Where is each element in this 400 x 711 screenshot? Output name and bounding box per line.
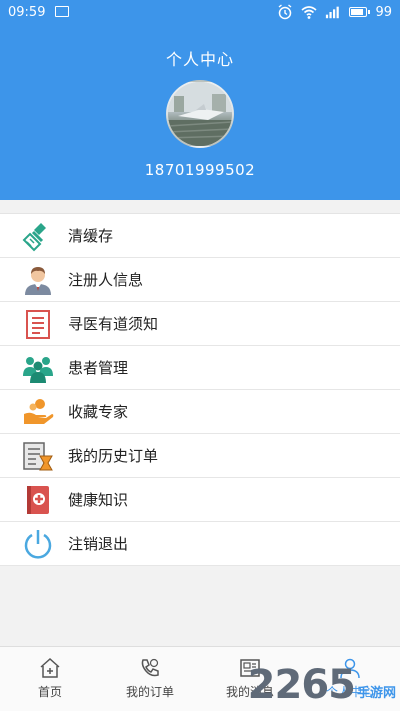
- phone-order-icon: [141, 658, 159, 677]
- tab-profile[interactable]: 个人中心: [300, 647, 400, 711]
- menu-item-order-history[interactable]: 我的历史订单: [0, 434, 400, 478]
- menu-item-label: 收藏专家: [68, 403, 129, 421]
- hand-coin-icon: [22, 396, 54, 428]
- status-right-group: 99: [277, 4, 392, 20]
- menu-item-logout[interactable]: 注销退出: [0, 522, 400, 566]
- avatar[interactable]: [166, 80, 234, 148]
- menu-item-label: 清缓存: [68, 227, 114, 245]
- menu-list: 清缓存 注册人信息 寻医有道须知 患者管理 收藏专家 我的历史订单 健康知识 注…: [0, 213, 400, 566]
- menu-item-label: 注销退出: [68, 535, 129, 553]
- user-profile-icon: [22, 264, 54, 296]
- menu-item-label: 患者管理: [68, 359, 129, 377]
- menu-item-registrant-info[interactable]: 注册人信息: [0, 258, 400, 302]
- battery-text: 99: [375, 4, 392, 20]
- person-icon: [340, 658, 360, 679]
- menu-item-label: 寻医有道须知: [68, 315, 159, 333]
- page-title: 个人中心: [165, 50, 234, 69]
- broom-icon: [22, 220, 54, 252]
- tab-label: 首页: [37, 685, 62, 699]
- order-history-icon: [22, 440, 54, 472]
- tab-label: 我的订单: [125, 685, 174, 699]
- battery-icon: [349, 7, 371, 17]
- signal-icon: [326, 6, 340, 19]
- power-icon: [22, 528, 54, 560]
- wifi-icon: [301, 6, 317, 19]
- status-bar: 09:59 99: [0, 0, 400, 26]
- patients-group-icon: [22, 352, 54, 384]
- menu-item-label: 我的历史订单: [68, 447, 159, 465]
- tab-home[interactable]: 首页: [0, 647, 100, 711]
- menu-item-health-knowledge[interactable]: 健康知识: [0, 478, 400, 522]
- home-icon: [40, 657, 60, 678]
- bottom-nav: 首页 我的订单 我的消息 个人中心: [0, 646, 400, 711]
- profile-header: 09:59 99 个人中心 18701999502: [0, 0, 400, 200]
- message-icon: [240, 659, 260, 677]
- document-list-icon: [22, 308, 54, 340]
- menu-item-favorite-experts[interactable]: 收藏专家: [0, 390, 400, 434]
- tab-label: 我的消息: [225, 685, 274, 699]
- notification-icon: [55, 6, 69, 17]
- menu-item-label: 注册人信息: [68, 271, 144, 289]
- menu-item-label: 健康知识: [68, 491, 129, 509]
- menu-item-clear-cache[interactable]: 清缓存: [0, 214, 400, 258]
- status-time: 09:59: [8, 5, 46, 20]
- tab-my-orders[interactable]: 我的订单: [100, 647, 200, 711]
- alarm-icon: [279, 4, 292, 20]
- menu-item-patient-management[interactable]: 患者管理: [0, 346, 400, 390]
- tab-my-messages[interactable]: 我的消息: [200, 647, 300, 711]
- menu-item-notice[interactable]: 寻医有道须知: [0, 302, 400, 346]
- medical-book-icon: [22, 484, 54, 516]
- tab-label: 个人中心: [325, 685, 374, 699]
- user-phone: 18701999502: [144, 161, 256, 179]
- avatar-photo: [168, 82, 232, 146]
